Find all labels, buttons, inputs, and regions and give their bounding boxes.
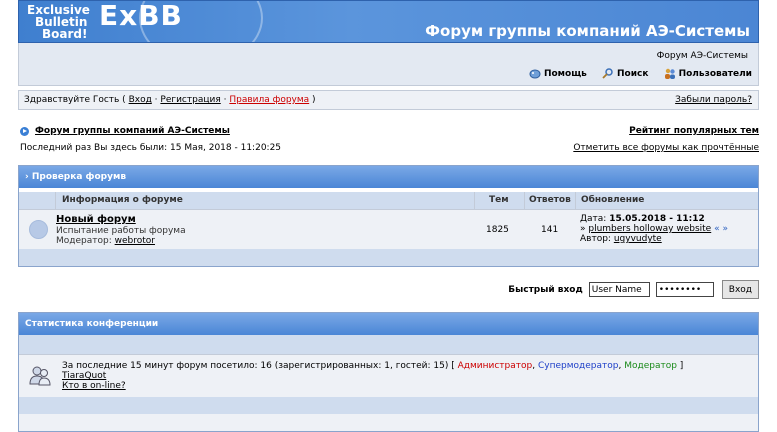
- rules-link[interactable]: Правила форума: [229, 95, 309, 105]
- breadcrumb-arrow-icon: [20, 126, 29, 136]
- table-footer: [19, 249, 758, 266]
- online-user-link[interactable]: TiaraQuot: [62, 371, 106, 381]
- username-input[interactable]: [588, 282, 650, 297]
- logo-line-3: Board!: [42, 27, 88, 41]
- moderator-link[interactable]: webrotor: [115, 236, 155, 246]
- online-line: За последние 15 минут форум посетило: 16…: [62, 361, 683, 371]
- last-topic-link[interactable]: plumbers holloway website: [588, 224, 711, 234]
- stats-subheader-2: [19, 397, 758, 414]
- online-info: За последние 15 минут форум посетило: 16…: [62, 361, 683, 391]
- top-nav: Помощь Поиск Пользователи: [517, 68, 752, 82]
- forum-status-icon: [29, 220, 48, 239]
- update-date: 15.05.2018 - 11:12: [609, 214, 705, 224]
- last-visit-text: Последний раз Вы здесь были: 15 Мая, 201…: [20, 143, 282, 153]
- table-row: Новый форум Испытание работы форума Моде…: [19, 209, 758, 250]
- nav-users-label: Пользователи: [678, 68, 752, 79]
- stats-row-2: [19, 414, 758, 431]
- stats-header: Статистика конференции: [19, 313, 758, 335]
- forum-moderator-line: Модератор: webrotor: [56, 236, 186, 246]
- online-text: За последние 15 минут форум посетило: 16…: [62, 361, 458, 371]
- forum-description: Испытание работы форума Модератор: webro…: [56, 226, 186, 246]
- legend-close: ]: [676, 361, 684, 371]
- nav-search-label: Поиск: [616, 68, 649, 79]
- password-input[interactable]: [655, 282, 714, 297]
- nav-help[interactable]: Помощь: [529, 68, 587, 79]
- last-topic-line: » plumbers holloway website « »: [580, 224, 728, 234]
- forum-name: Форум АЭ-Системы: [656, 51, 748, 61]
- users-icon: [664, 68, 675, 79]
- register-link[interactable]: Регистрация: [160, 95, 220, 105]
- sub-header: Форум АЭ-Системы Помощь Поиск Пользовате…: [18, 43, 759, 86]
- breadcrumb: Форум группы компаний АЭ-Системы: [20, 126, 230, 136]
- moderator-label: Модератор:: [56, 236, 115, 246]
- nav-search[interactable]: Поиск: [602, 68, 648, 79]
- online-row: За последние 15 минут форум посетило: 16…: [19, 354, 758, 397]
- legend-admin: Администратор: [457, 361, 533, 371]
- forum-desc-text: Испытание работы форума: [56, 226, 186, 236]
- author-line: Автор: ugyvudyte: [580, 234, 728, 244]
- popular-topics-link[interactable]: Рейтинг популярных тем: [629, 126, 759, 136]
- site-title: Форум группы компаний АЭ-Системы: [425, 22, 750, 40]
- welcome-bar: Здравствуйте Гость ( Вход · Регистрация …: [18, 90, 759, 110]
- topics-count: 1825: [486, 225, 509, 235]
- author-link[interactable]: ugyvudyte: [614, 234, 662, 244]
- last-update: Дата: 15.05.2018 - 11:12 » plumbers holl…: [580, 214, 728, 244]
- update-date-line: Дата: 15.05.2018 - 11:12: [580, 214, 728, 224]
- quick-login-label: Быстрый вход: [508, 284, 583, 295]
- users-online-icon: [29, 366, 51, 386]
- col-update: Обновление: [581, 195, 645, 205]
- welcome-prefix: Здравствуйте Гость (: [24, 95, 129, 105]
- col-info: Информация о форуме: [62, 195, 183, 205]
- breadcrumb-forum-link[interactable]: Форум группы компаний АЭ-Системы: [35, 126, 230, 136]
- forum-table: › Проверка форумв Информация о форуме Те…: [18, 165, 759, 267]
- search-icon: [602, 68, 613, 79]
- stats-subheader: [19, 335, 758, 354]
- replies-count: 141: [541, 225, 559, 235]
- nav-arrows[interactable]: « »: [711, 224, 728, 234]
- author-label: Автор:: [580, 234, 614, 244]
- quick-login: Быстрый вход Вход: [508, 280, 759, 299]
- date-label: Дата:: [580, 214, 610, 224]
- legend-mod: Модератор: [624, 361, 677, 371]
- category-header[interactable]: › Проверка форумв: [19, 166, 758, 188]
- col-replies: Ответов: [529, 195, 571, 205]
- who-online-link[interactable]: Кто в on-line?: [62, 381, 126, 391]
- header-banner: Exclusive Bulletin Board! ExBB Форум гру…: [18, 0, 759, 43]
- stats-table: Статистика конференции За последние 15 м…: [18, 312, 759, 432]
- welcome-suffix: ): [309, 95, 316, 105]
- nav-help-label: Помощь: [543, 68, 587, 79]
- login-link[interactable]: Вход: [129, 95, 152, 105]
- mark-all-read-link[interactable]: Отметить все форумы как прочтённые: [573, 143, 759, 153]
- logo-text[interactable]: Exclusive Bulletin Board!: [27, 4, 90, 40]
- help-icon: [529, 69, 541, 79]
- logo-exbb[interactable]: ExBB: [99, 1, 183, 32]
- forgot-password-link[interactable]: Забыли пароль?: [675, 91, 752, 109]
- column-headers: Информация о форуме Тем Ответов Обновлен…: [19, 192, 758, 209]
- nav-users[interactable]: Пользователи: [664, 68, 752, 79]
- forum-name-link[interactable]: Новый форум: [56, 214, 136, 225]
- legend-supermod: Супермодератор: [537, 361, 619, 371]
- col-topics: Тем: [489, 195, 509, 205]
- login-button[interactable]: Вход: [721, 280, 759, 299]
